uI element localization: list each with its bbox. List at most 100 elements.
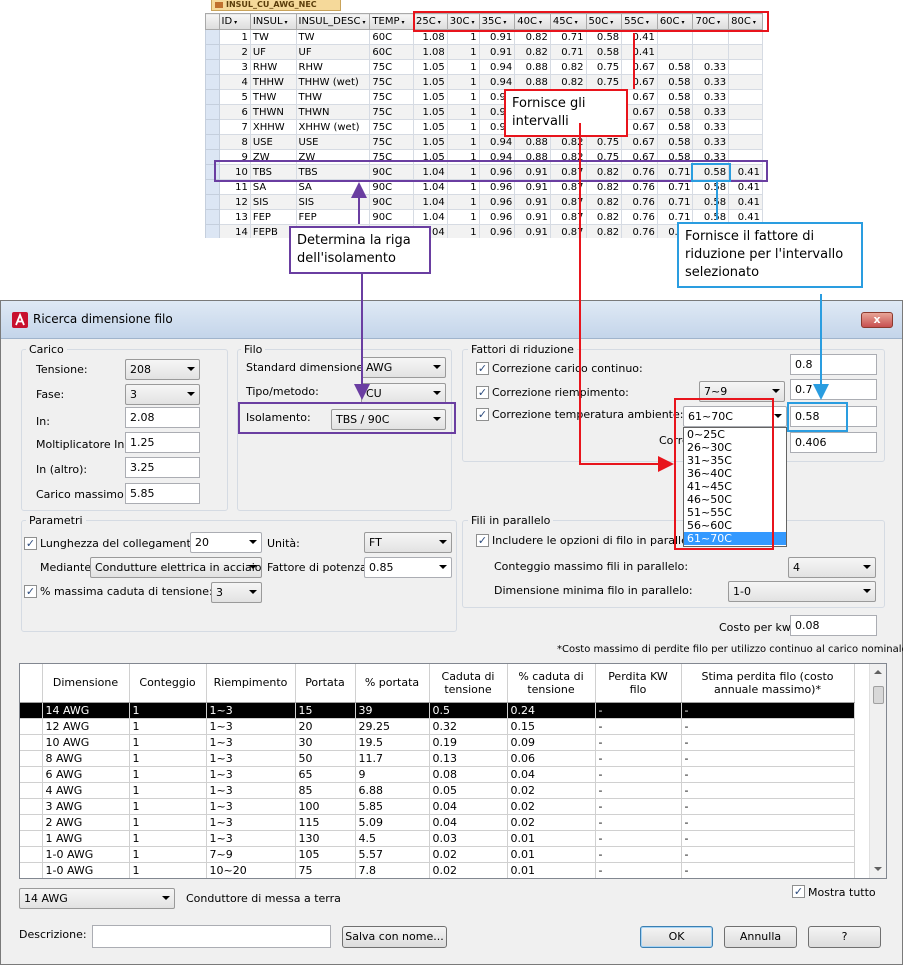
grid-cell[interactable]: 0.06 [507, 750, 596, 767]
table-cell[interactable]: 1.05 [413, 149, 448, 165]
grid-column-header[interactable]: Caduta di tensione [429, 664, 508, 703]
table-cell[interactable]: 0.71 [549, 29, 587, 45]
table-cell[interactable]: 0.58 [656, 89, 694, 105]
vertical-scrollbar[interactable] [869, 664, 886, 878]
grid-cell[interactable]: 0.02 [507, 798, 596, 815]
grid-cell[interactable]: 0.32 [429, 718, 508, 735]
grid-cell[interactable]: 0.01 [507, 830, 596, 847]
grid-cell[interactable]: - [595, 766, 682, 783]
table-cell[interactable]: 0.91 [514, 164, 551, 180]
grid-cell[interactable]: - [681, 862, 855, 878]
ground-select[interactable]: 14 AWG [19, 888, 175, 909]
table-cell[interactable]: THWN [295, 104, 371, 120]
grid-cell[interactable]: 5.57 [355, 846, 430, 863]
in-altro-field[interactable]: 3.25 [125, 457, 200, 478]
grid-cell[interactable]: 100 [295, 798, 356, 815]
standard-select[interactable]: AWG [361, 357, 446, 378]
costo-field[interactable]: 0.08 [790, 615, 877, 636]
table-cell[interactable]: 7 [218, 119, 251, 135]
table-cell[interactable]: TBS [249, 164, 297, 180]
table-cell[interactable]: 0.87 [549, 224, 587, 238]
table-cell[interactable]: FEP [249, 209, 297, 225]
table-cell[interactable]: 1 [446, 149, 480, 165]
grid-cell[interactable]: - [595, 750, 682, 767]
table-cell[interactable]: 0.96 [478, 179, 516, 195]
grid-cell[interactable]: 1-0 AWG [42, 846, 130, 863]
table-cell[interactable]: 10 [218, 164, 251, 180]
table-cell[interactable]: 75C [369, 119, 414, 135]
grid-row[interactable]: 4 AWG 1 1~3 85 6.88 0.05 0.02- - [20, 782, 855, 799]
filter-dropdown-icon[interactable]: ▾ [363, 19, 366, 26]
grid-cell[interactable]: 1~3 [206, 766, 296, 783]
table-tab[interactable]: INSUL_CU_AWG_NEC [211, 0, 341, 11]
table-cell[interactable]: 0.87 [549, 209, 587, 225]
table-cell[interactable] [692, 29, 730, 45]
table-cell[interactable]: ZW [249, 149, 297, 165]
grid-cell[interactable]: - [595, 814, 682, 831]
grid-cell[interactable]: 85 [295, 782, 356, 799]
grid-row[interactable]: 1 AWG 1 1~3 130 4.5 0.03 0.01- - [20, 830, 855, 847]
grid-cell[interactable]: - [595, 718, 682, 735]
table-cell[interactable]: 0.75 [585, 149, 623, 165]
table-cell[interactable]: 0.33 [692, 119, 730, 135]
salva-button[interactable]: Salva con nome... [342, 926, 447, 948]
dialog-titlebar[interactable]: Ricerca dimensione filo x [1, 301, 902, 339]
table-cell[interactable]: 75C [369, 59, 414, 75]
grid-cell[interactable]: 12 AWG [42, 718, 130, 735]
table-cell[interactable]: 0.96 [478, 224, 516, 238]
table-cell[interactable]: 0.94 [478, 149, 516, 165]
grid-cell[interactable]: 1 [129, 846, 207, 863]
grid-cell[interactable]: 29.25 [355, 718, 430, 735]
grid-column-header[interactable]: Portata [295, 664, 356, 703]
column-header-60c[interactable]: 60C ▾ [656, 13, 694, 30]
table-cell[interactable]: 6 [218, 104, 251, 120]
grid-cell[interactable]: - [681, 766, 855, 783]
filter-dropdown-icon[interactable]: ▾ [575, 19, 578, 26]
grid-cell[interactable]: 0.02 [429, 846, 508, 863]
table-cell[interactable]: 0.58 [656, 104, 694, 120]
table-cell[interactable]: 1 [446, 134, 480, 150]
row-selector[interactable] [205, 209, 220, 225]
table-cell[interactable]: 1.08 [413, 29, 448, 45]
table-cell[interactable]: SIS [295, 194, 371, 210]
table-cell[interactable]: 0.71 [549, 44, 587, 60]
grid-cell[interactable]: 6 AWG [42, 766, 130, 783]
grid-cell[interactable]: 39 [355, 702, 430, 719]
grid-cell[interactable]: 6.88 [355, 782, 430, 799]
column-header-40c[interactable]: 40C ▾ [514, 13, 551, 30]
table-cell[interactable]: 5 [218, 89, 251, 105]
row-selector[interactable] [205, 224, 220, 238]
grid-cell[interactable]: 0.15 [507, 718, 596, 735]
dropdown-option[interactable]: 61~70C [684, 532, 786, 545]
grid-cell[interactable]: 1 [129, 782, 207, 799]
table-cell[interactable]: 0.58 [585, 29, 623, 45]
table-cell[interactable]: 0.88 [514, 74, 551, 90]
table-cell[interactable]: 0.33 [692, 104, 730, 120]
table-row[interactable]: 12 SIS SIS 90C 1.04 1 0.96 0.91 0.87 0.82 0.76 0.71… [205, 194, 763, 210]
caduta-checkbox[interactable]: ✓ [24, 585, 37, 598]
filter-dropdown-icon[interactable]: ▾ [539, 19, 542, 26]
table-cell[interactable]: 0.58 [692, 179, 730, 195]
table-row[interactable]: 3 RHW RHW 75C 1.05 1 0.94 0.88 0.82 0.75 0.67 0.58 0… [205, 59, 763, 75]
grid-cell[interactable]: 1~3 [206, 734, 296, 751]
grid-cell[interactable]: 1~3 [206, 798, 296, 815]
table-cell[interactable]: UF [249, 44, 297, 60]
grid-cell[interactable]: 0.24 [507, 702, 596, 719]
grid-cell[interactable]: 8 AWG [42, 750, 130, 767]
grid-cell[interactable]: 1~3 [206, 830, 296, 847]
table-cell[interactable]: 0.41 [621, 29, 658, 45]
row-selector[interactable] [205, 29, 220, 45]
table-cell[interactable]: THHW [249, 74, 297, 90]
table-cell[interactable]: 0.87 [549, 194, 587, 210]
column-header-50c[interactable]: 50C ▾ [585, 13, 623, 30]
table-cell[interactable]: 0.58 [656, 134, 694, 150]
table-cell[interactable]: 1.05 [413, 134, 448, 150]
table-cell[interactable]: 0.91 [514, 209, 551, 225]
grid-cell[interactable]: 5.85 [355, 798, 430, 815]
row-selector[interactable] [205, 194, 220, 210]
grid-cell[interactable]: 3 AWG [42, 798, 130, 815]
grid-cell[interactable]: - [681, 830, 855, 847]
table-cell[interactable]: XHHW (wet) [295, 119, 371, 135]
column-header-insul-desc[interactable]: INSUL_DESC ▾ [295, 13, 371, 30]
table-cell[interactable]: SIS [249, 194, 297, 210]
